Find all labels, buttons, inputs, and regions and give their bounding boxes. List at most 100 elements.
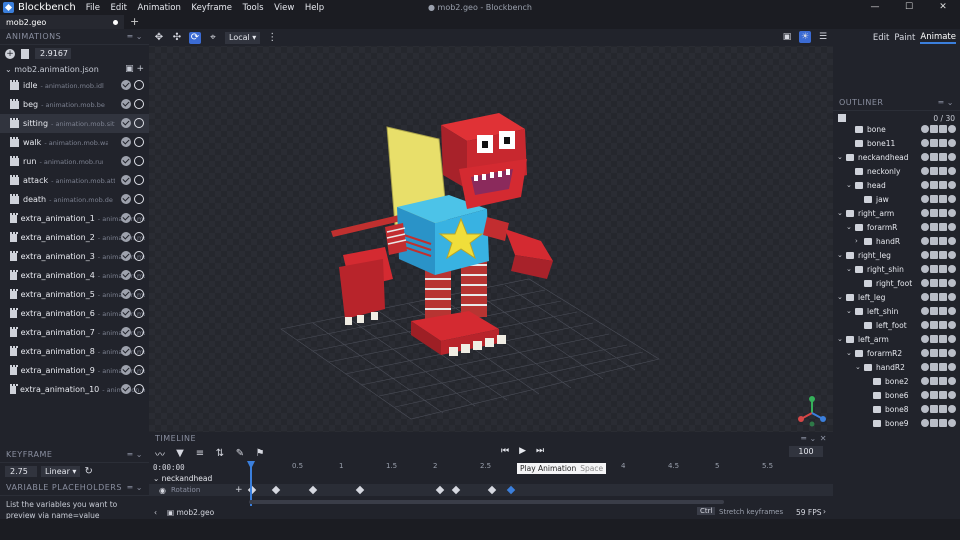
play-toggle-icon[interactable] [134, 156, 144, 166]
shade-icon[interactable] [939, 405, 947, 413]
check-icon[interactable] [121, 80, 131, 90]
outliner-item[interactable]: right_foot [833, 276, 960, 290]
lock-icon[interactable] [921, 279, 929, 287]
outliner-item[interactable]: left_foot [833, 318, 960, 332]
animation-item[interactable]: extra_animation_9 - animation.mob.extra_… [0, 361, 149, 380]
expand-caret-icon[interactable]: ⌄ [837, 153, 845, 161]
visibility-eye-icon[interactable]: ◉ [159, 486, 166, 495]
check-icon[interactable] [121, 137, 131, 147]
panel-menu-icon[interactable]: ═ ⌄ [127, 450, 143, 459]
export-icon[interactable] [930, 391, 938, 399]
export-icon[interactable] [930, 209, 938, 217]
filter-icon[interactable]: ▼ [174, 448, 186, 459]
check-icon[interactable] [121, 175, 131, 185]
export-icon[interactable] [930, 419, 938, 427]
lock-icon[interactable] [921, 307, 929, 315]
export-icon[interactable] [930, 335, 938, 343]
play-toggle-icon[interactable] [134, 118, 144, 128]
expand-caret-icon[interactable]: › [855, 237, 863, 245]
check-icon[interactable] [121, 327, 131, 337]
lock-icon[interactable] [921, 125, 929, 133]
expand-caret-icon[interactable]: ⌄ [837, 251, 845, 259]
play-toggle-icon[interactable] [134, 251, 144, 261]
play-toggle-icon[interactable] [134, 99, 144, 109]
shade-icon[interactable] [939, 279, 947, 287]
animation-item[interactable]: extra_animation_4 - animation.mob.extra_… [0, 266, 149, 285]
visibility-icon[interactable] [948, 195, 956, 203]
visibility-icon[interactable] [948, 167, 956, 175]
save-and-add-icons[interactable]: ▣ + [125, 64, 144, 74]
visibility-icon[interactable] [948, 321, 956, 329]
outliner-item[interactable]: ⌄ forarmR [833, 220, 960, 234]
expand-caret-icon[interactable]: ⌄ [846, 349, 854, 357]
lock-icon[interactable] [921, 419, 929, 427]
play-icon[interactable]: ▶ [519, 446, 526, 456]
play-toggle-icon[interactable] [134, 346, 144, 356]
expand-caret-icon[interactable]: ⌄ [846, 265, 854, 273]
check-icon[interactable] [121, 308, 131, 318]
play-toggle-icon[interactable] [134, 308, 144, 318]
lock-icon[interactable] [921, 209, 929, 217]
animation-item[interactable]: extra_animation_1 - animation.mob.extra_… [0, 209, 149, 228]
expand-caret-icon[interactable]: ⌄ [837, 209, 845, 217]
outliner-item[interactable]: bone9 [833, 416, 960, 430]
play-toggle-icon[interactable] [134, 289, 144, 299]
keyframe-marker[interactable] [355, 485, 365, 495]
keyframe-marker[interactable] [506, 485, 515, 495]
check-icon[interactable] [121, 232, 131, 242]
lock-icon[interactable] [921, 251, 929, 259]
export-icon[interactable] [930, 237, 938, 245]
add-animation-icon[interactable]: + [5, 48, 15, 59]
outliner-item[interactable]: bone8 [833, 402, 960, 416]
lock-icon[interactable] [921, 321, 929, 329]
lock-icon[interactable] [921, 167, 929, 175]
timeline-group-row[interactable]: ⌄ neckandhead [153, 474, 212, 483]
keyframe-time-input[interactable]: 2.75 [5, 466, 37, 477]
menu-tools[interactable]: Tools [243, 3, 264, 13]
interpolation-select[interactable]: Linear ▾ [41, 466, 81, 477]
visibility-icon[interactable] [948, 293, 956, 301]
shade-icon[interactable] [939, 209, 947, 217]
shade-icon[interactable] [939, 181, 947, 189]
axis-gizmo[interactable] [797, 395, 827, 427]
check-icon[interactable] [121, 365, 131, 375]
maximize-button[interactable]: ☐ [892, 0, 926, 15]
lock-icon[interactable] [921, 293, 929, 301]
lock-icon[interactable] [921, 265, 929, 273]
export-icon[interactable] [930, 223, 938, 231]
lock-icon[interactable] [921, 195, 929, 203]
outliner-item[interactable]: jaw [833, 192, 960, 206]
keyframe-marker[interactable] [308, 485, 318, 495]
visibility-icon[interactable] [948, 181, 956, 189]
animation-item[interactable]: extra_animation_2 - animation.mob.extra_… [0, 228, 149, 247]
shade-icon[interactable] [939, 321, 947, 329]
outliner-item[interactable]: › handR [833, 234, 960, 248]
export-icon[interactable] [930, 153, 938, 161]
visibility-icon[interactable] [948, 377, 956, 385]
check-icon[interactable] [121, 118, 131, 128]
viewport[interactable]: ✥ ✣ ⟳ ⌖ Local ▾ ⋮ ▣ ☀ ☰ [149, 29, 833, 432]
animation-item[interactable]: walk - animation.mob.walk [0, 133, 149, 152]
status-file[interactable]: ▣ mob2.geo [167, 508, 214, 517]
check-icon[interactable] [121, 213, 131, 223]
collapse-left-icon[interactable]: ‹ [154, 508, 157, 517]
graph-editor-icon[interactable]: 〰 [154, 446, 166, 461]
visibility-icon[interactable] [948, 251, 956, 259]
outliner-item[interactable]: ⌄ right_arm [833, 206, 960, 220]
animation-item[interactable]: extra_animation_8 - animation.mob.extra_… [0, 342, 149, 361]
outliner-item[interactable]: ⌄ handR2 [833, 360, 960, 374]
shade-icon[interactable] [939, 391, 947, 399]
outliner-item[interactable]: bone2 [833, 374, 960, 388]
animation-item[interactable]: beg - animation.mob.beg [0, 95, 149, 114]
check-icon[interactable] [121, 346, 131, 356]
export-icon[interactable] [930, 279, 938, 287]
visibility-icon[interactable] [948, 237, 956, 245]
menu-animation[interactable]: Animation [138, 3, 181, 13]
add-keyframe-icon[interactable]: + [235, 485, 243, 495]
visibility-icon[interactable] [948, 307, 956, 315]
collapse-right-icon[interactable]: › [823, 507, 826, 516]
visibility-icon[interactable] [948, 391, 956, 399]
mode-animate[interactable]: Animate [920, 32, 956, 44]
shade-icon[interactable] [939, 125, 947, 133]
export-icon[interactable] [930, 349, 938, 357]
